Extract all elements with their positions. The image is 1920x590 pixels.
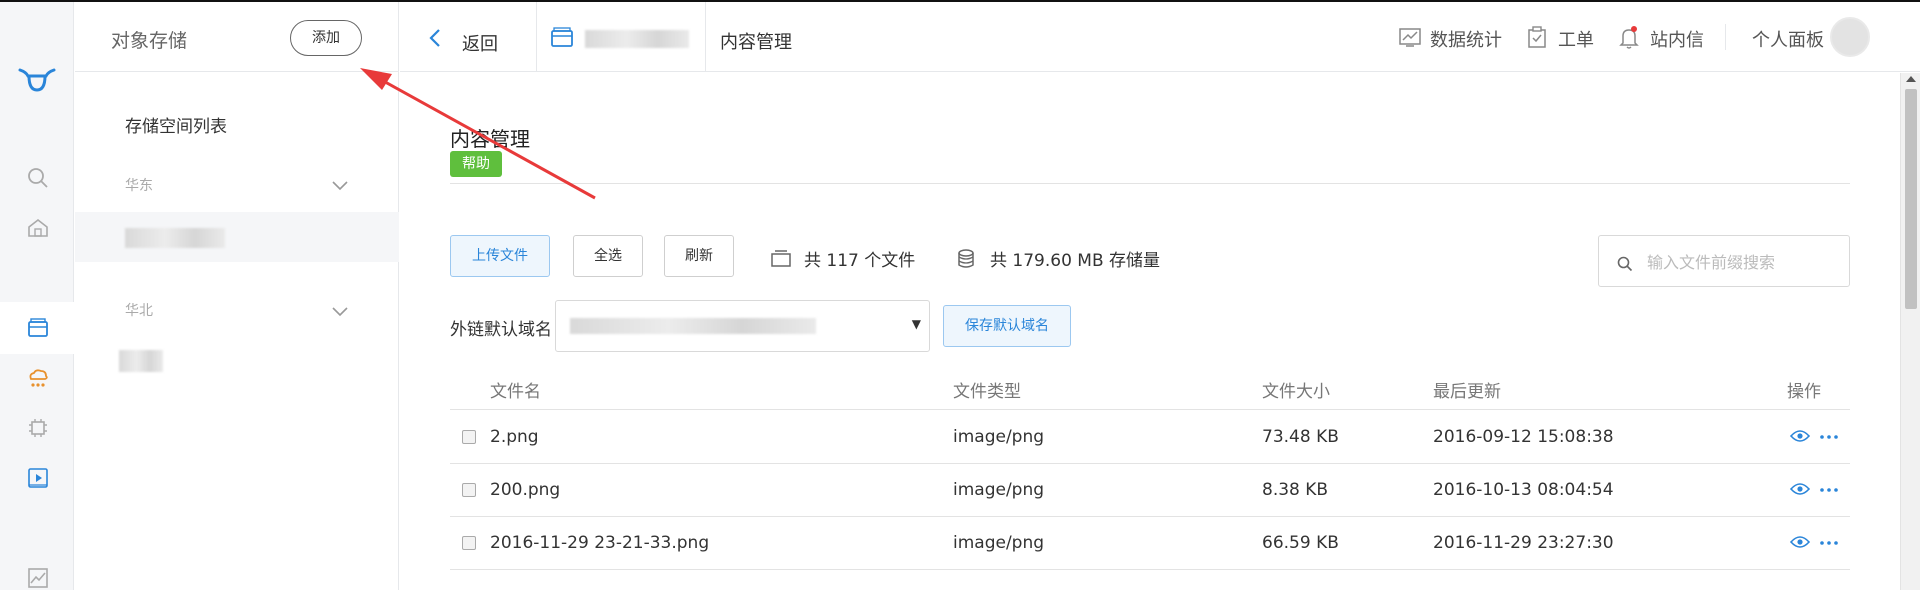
storage-icon[interactable]	[26, 316, 50, 340]
nav-ticket-label: 工单	[1558, 30, 1594, 51]
eye-icon[interactable]	[1790, 482, 1810, 496]
eye-icon[interactable]	[1790, 429, 1810, 443]
search-icon[interactable]	[26, 166, 50, 190]
upload-file-button[interactable]: 上传文件	[450, 235, 550, 277]
table-row[interactable]: 200.png image/png 8.38 KB 2016-10-13 08:…	[450, 464, 1850, 517]
file-name[interactable]: 200.png	[490, 480, 560, 500]
scroll-up-arrow-icon[interactable]	[1906, 76, 1916, 82]
page-title: 内容管理	[450, 127, 530, 151]
more-icon[interactable]	[1820, 435, 1838, 439]
file-count-text: 共 117 个文件	[804, 251, 916, 271]
sidebar-header: 对象存储 添加	[75, 2, 399, 72]
breadcrumb-current: 内容管理	[720, 32, 792, 53]
ticket-icon	[1528, 26, 1546, 48]
icon-rail	[0, 2, 74, 590]
logo-icon[interactable]	[16, 60, 58, 96]
scrollbar-thumb[interactable]	[1905, 89, 1917, 309]
redacted-domain-value	[570, 318, 816, 334]
database-icon	[958, 249, 974, 268]
redacted-bucket-title	[585, 30, 689, 48]
select-caret-icon: ▼	[911, 317, 921, 331]
search-icon	[1617, 256, 1633, 272]
region-east[interactable]: 华东	[125, 175, 153, 195]
redacted-bucket-name[interactable]	[119, 350, 163, 372]
nav-stats-label: 数据统计	[1430, 30, 1502, 51]
divider	[450, 183, 1850, 184]
stats-icon	[1399, 28, 1421, 47]
file-type: image/png	[953, 427, 1045, 447]
save-default-domain-button[interactable]: 保存默认域名	[943, 305, 1071, 347]
home-icon[interactable]	[26, 216, 50, 240]
region-north[interactable]: 华北	[125, 300, 153, 320]
bucket-item-selected[interactable]	[75, 212, 399, 262]
table-row[interactable]: 2016-11-29 23-21-33.png image/png 66.59 …	[450, 517, 1850, 570]
more-icon[interactable]	[1820, 488, 1838, 492]
help-badge[interactable]: 帮助	[450, 151, 502, 177]
divider	[705, 2, 706, 72]
redacted-bucket-name	[125, 228, 225, 248]
file-updated: 2016-11-29 23:27:30	[1433, 533, 1614, 553]
divider	[1725, 24, 1726, 50]
table-header: 文件名 文件类型 文件大小 最后更新 操作	[450, 361, 1850, 410]
file-updated: 2016-09-12 15:08:38	[1433, 427, 1614, 447]
chevron-left-icon	[429, 29, 440, 47]
row-checkbox[interactable]	[462, 536, 476, 550]
storage-usage-text: 共 179.60 MB 存储量	[990, 251, 1161, 271]
more-icon[interactable]	[1820, 541, 1838, 545]
column-header[interactable]: 文件名	[490, 377, 541, 402]
file-size: 73.48 KB	[1262, 427, 1339, 447]
chevron-down-icon[interactable]	[331, 180, 349, 192]
column-header[interactable]: 最后更新	[1433, 377, 1501, 402]
search-box[interactable]	[1598, 235, 1850, 287]
select-all-button[interactable]: 全选	[573, 235, 643, 277]
sidebar-title: 对象存储	[111, 30, 188, 52]
row-checkbox[interactable]	[462, 483, 476, 497]
divider	[536, 2, 537, 72]
bell-icon	[1619, 26, 1639, 49]
chevron-down-icon[interactable]	[331, 306, 349, 318]
bucket-list-heading: 存储空间列表	[125, 117, 227, 137]
add-bucket-button[interactable]: 添加	[290, 20, 362, 56]
nav-profile-label: 个人面板	[1752, 30, 1824, 51]
default-domain-label: 外链默认域名	[450, 320, 552, 340]
row-checkbox[interactable]	[462, 430, 476, 444]
vertical-scrollbar[interactable]	[1900, 73, 1920, 590]
cdn-cloud-icon[interactable]	[26, 366, 50, 390]
avatar[interactable]	[1830, 17, 1870, 57]
file-type: image/png	[953, 480, 1045, 500]
video-icon[interactable]	[26, 466, 50, 490]
chip-icon[interactable]	[26, 416, 50, 440]
back-label: 返回	[462, 34, 498, 55]
default-domain-select[interactable]: ▼	[555, 300, 930, 352]
storage-sidebar: 对象存储 添加 存储空间列表 华东 华北	[75, 2, 399, 590]
file-updated: 2016-10-13 08:04:54	[1433, 480, 1614, 500]
column-header: 操作	[1787, 382, 1821, 402]
file-size: 66.59 KB	[1262, 533, 1339, 553]
file-size: 8.38 KB	[1262, 480, 1329, 500]
file-name[interactable]: 2.png	[490, 427, 539, 447]
files-icon	[771, 250, 791, 267]
prefix-search-input[interactable]	[1647, 248, 1837, 276]
bucket-icon	[551, 27, 573, 47]
file-type: image/png	[953, 533, 1045, 553]
column-header[interactable]: 文件类型	[953, 377, 1021, 402]
eye-icon[interactable]	[1790, 535, 1810, 549]
content-area: 内容管理 帮助 上传文件 全选 刷新 共 117 个文件 共 179.60 MB…	[400, 73, 1900, 590]
table-row[interactable]: 2.png image/png 73.48 KB 2016-09-12 15:0…	[450, 411, 1850, 464]
nav-messages-label: 站内信	[1650, 30, 1704, 51]
refresh-button[interactable]: 刷新	[664, 235, 734, 277]
file-name[interactable]: 2016-11-29 23-21-33.png	[490, 533, 709, 553]
top-header: 返回 内容管理 数据统计 工单 站内信 个人面板	[400, 2, 1920, 72]
chart-icon[interactable]	[26, 566, 50, 590]
column-header[interactable]: 文件大小	[1262, 377, 1330, 402]
